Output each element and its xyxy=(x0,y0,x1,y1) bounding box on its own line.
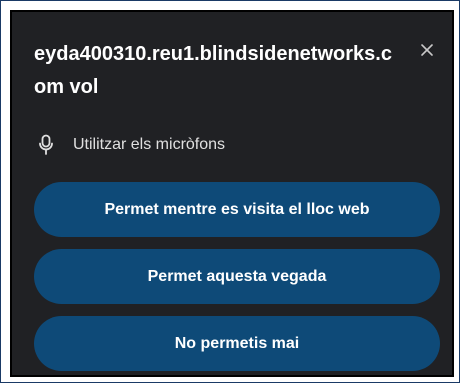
permission-dialog: eyda400310.reu1.blindsidenetworks.com vo… xyxy=(10,10,454,377)
never-allow-button[interactable]: No permetis mai xyxy=(34,316,440,371)
allow-this-time-button[interactable]: Permet aquesta vegada xyxy=(34,249,440,304)
permission-label: Utilitzar els micròfons xyxy=(73,136,226,153)
close-icon[interactable] xyxy=(416,39,438,61)
allow-while-visiting-button[interactable]: Permet mentre es visita el lloc web xyxy=(34,182,440,237)
dialog-title: eyda400310.reu1.blindsidenetworks.com vo… xyxy=(34,43,392,98)
microphone-icon xyxy=(39,134,53,155)
permission-request: Utilitzar els micròfons xyxy=(38,133,225,157)
screenshot-frame: eyda400310.reu1.blindsidenetworks.com vo… xyxy=(0,0,460,383)
